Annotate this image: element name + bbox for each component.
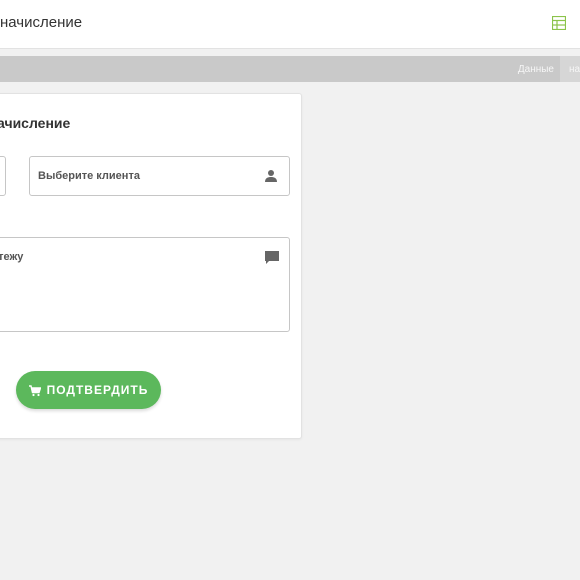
client-select-placeholder: Выберите клиента xyxy=(38,170,140,182)
breadcrumb-data[interactable]: Данные xyxy=(518,64,554,75)
page-title: начисление xyxy=(0,14,83,31)
person-icon xyxy=(264,169,278,183)
breadcrumb-tab[interactable]: на xyxy=(560,56,580,82)
accrual-form-card: ачисление Выберите клиента атежу xyxy=(0,93,302,439)
top-header: начисление xyxy=(0,0,580,49)
table-layout-icon[interactable] xyxy=(551,15,567,31)
left-field[interactable] xyxy=(0,156,6,196)
confirm-button[interactable]: ПОДТВЕРДИТЬ xyxy=(16,371,161,409)
comment-icon xyxy=(264,250,280,266)
confirm-button-label: ПОДТВЕРДИТЬ xyxy=(46,383,149,397)
breadcrumb-tab-label: на xyxy=(569,64,580,75)
comment-label: атежу xyxy=(0,251,24,263)
form-title: ачисление xyxy=(0,115,71,131)
client-select[interactable]: Выберите клиента xyxy=(29,156,290,196)
breadcrumb: Данные на xyxy=(0,56,580,82)
cart-icon xyxy=(28,384,42,397)
comment-textarea[interactable]: атежу xyxy=(0,237,290,332)
